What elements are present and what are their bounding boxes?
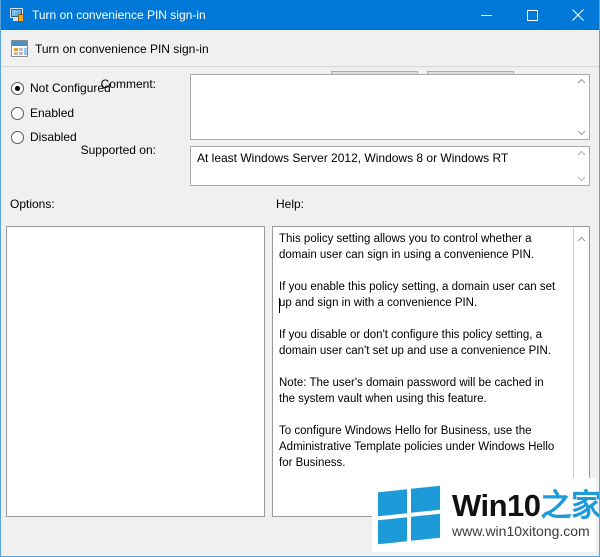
windows-logo-icon [378, 485, 440, 545]
comment-label: Comment: [100, 77, 156, 91]
close-icon [572, 9, 584, 21]
minimize-icon [480, 14, 492, 16]
maximize-button[interactable] [509, 0, 555, 30]
supported-on-field: At least Windows Server 2012, Windows 8 … [190, 146, 590, 186]
options-panel[interactable] [6, 226, 265, 517]
chevron-up-icon[interactable] [577, 78, 586, 85]
command-strip: Turn on convenience PIN sign-in Previous… [2, 30, 599, 110]
radio-indicator-icon [11, 81, 24, 95]
text-caret [279, 298, 280, 313]
supported-on-label: Supported on: [80, 143, 156, 157]
supported-on-value: At least Windows Server 2012, Windows 8 … [197, 151, 509, 165]
comment-input[interactable] [190, 74, 590, 140]
watermark-brand-en: Win10 [452, 488, 541, 523]
watermark-text: Win10之家 www.win10xitong.com [452, 488, 600, 540]
comment-scrollbar[interactable] [573, 75, 589, 139]
watermark: Win10之家 www.win10xitong.com [372, 478, 599, 552]
window-title: Turn on convenience PIN sign-in [32, 8, 206, 22]
help-text: This policy setting allows you to contro… [279, 231, 562, 471]
policy-setting-dialog: Turn on convenience PIN sign-in Turn on … [0, 0, 600, 557]
help-paragraph: Note: The user's domain password will be… [279, 377, 544, 405]
watermark-brand-cn: 之家 [540, 488, 600, 523]
radio-label: Disabled [30, 130, 77, 144]
help-panel[interactable]: This policy setting allows you to contro… [272, 226, 590, 517]
chevron-down-icon[interactable] [577, 175, 586, 182]
chevron-up-icon[interactable] [577, 150, 586, 157]
chevron-up-icon[interactable] [577, 236, 586, 243]
policy-monitor-icon [9, 7, 25, 23]
radio-indicator-icon [11, 130, 24, 144]
watermark-brand: Win10之家 [452, 488, 600, 523]
title-bar: Turn on convenience PIN sign-in [1, 0, 599, 30]
radio-indicator-icon [11, 106, 24, 120]
help-paragraph: To configure Windows Hello for Business,… [279, 425, 555, 469]
radio-label: Enabled [30, 106, 75, 120]
help-paragraph: If you enable this policy setting, a dom… [279, 281, 556, 309]
minimize-button[interactable] [463, 0, 509, 30]
help-paragraph: If you disable or don't configure this p… [279, 329, 551, 357]
watermark-url: www.win10xitong.com [452, 523, 590, 539]
help-label: Help: [276, 197, 305, 211]
close-button[interactable] [555, 0, 599, 30]
chevron-down-icon[interactable] [577, 129, 586, 136]
setting-name: Turn on convenience PIN sign-in [35, 42, 209, 56]
help-scrollbar[interactable] [573, 227, 589, 516]
radio-enabled[interactable]: Enabled [11, 104, 74, 122]
maximize-icon [526, 9, 538, 21]
supported-on-scrollbar[interactable] [573, 147, 589, 185]
options-label: Options: [10, 197, 55, 211]
policy-setting-icon [11, 40, 28, 57]
help-paragraph: This policy setting allows you to contro… [279, 233, 535, 261]
